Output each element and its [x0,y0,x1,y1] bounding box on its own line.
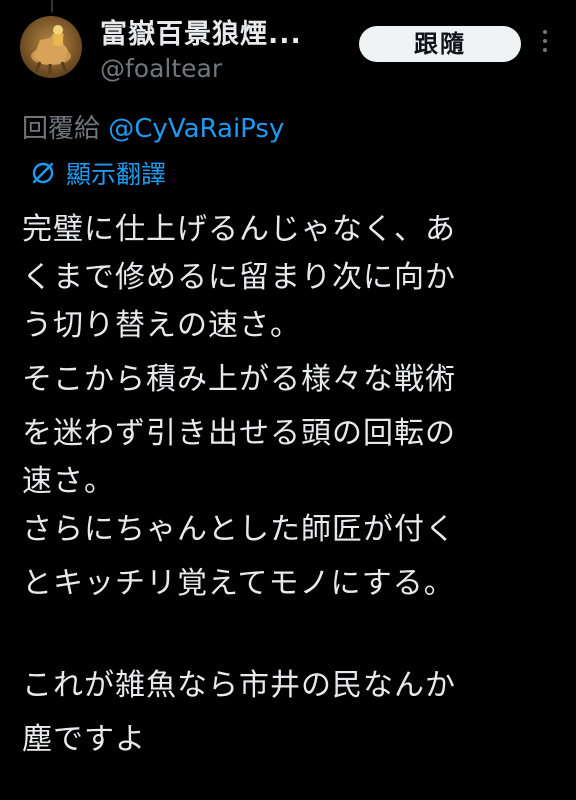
reply-to-line: 回覆給 @CyVaRaiPsy [22,108,284,145]
tweet-line: くまで修めるに留まり次に向か [22,260,456,295]
follow-button[interactable]: 跟隨 [359,26,521,62]
author-display-name[interactable]: 富嶽百景狼煙... [100,12,302,51]
tweet-line: う切り替えの速さ。 [22,308,301,343]
tweet-line: そこから積み上がる様々な戦術 [22,362,456,397]
tweet-line: とキッチリ覚えてモノにする。 [22,566,455,601]
tweet-text: 完璧に仕上げるんじゃなく、あ くまで修めるに留まり次に向か う切り替えの速さ。 … [22,206,562,764]
thread-connector-line [51,0,53,12]
show-translation-button[interactable]: 顯示翻譯 [28,156,166,190]
horse-rider-avatar-icon [31,25,71,74]
tweet-line: さらにちゃんとした師匠が付く [22,512,456,547]
translate-icon [32,162,54,184]
reply-to-prefix: 回覆給 [22,114,101,144]
reply-mention-link[interactable]: @CyVaRaiPsy [108,114,284,144]
tweet-line: 塵ですよ [22,722,146,757]
author-handle[interactable]: @foaltear [100,54,222,83]
tweet-line: これが雑魚なら市井の民なんか [22,668,456,703]
tweet-line: を迷わず引き出せる頭の回転の [22,416,456,451]
tweet-line: 完璧に仕上げるんじゃなく、あ [22,212,456,247]
avatar[interactable] [20,16,82,78]
show-translation-label: 顯示翻譯 [66,160,167,189]
tweet-line: 速さ。 [22,464,115,499]
more-vertical-icon[interactable] [540,30,550,58]
